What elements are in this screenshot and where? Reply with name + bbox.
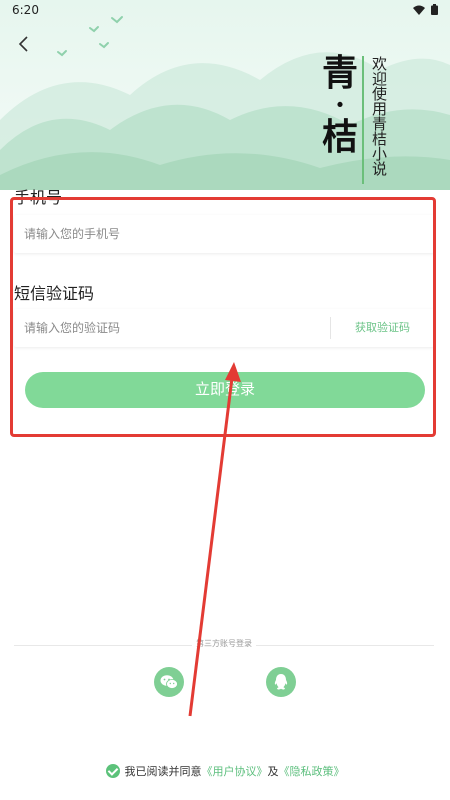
wifi-icon xyxy=(413,5,425,15)
phone-label: 手机号 xyxy=(14,188,63,207)
status-bar: 6:20 xyxy=(0,0,450,22)
agreement-row: 我已阅读并同意《用户协议》及《隐私政策》 xyxy=(0,763,450,779)
login-button[interactable]: 立即登录 xyxy=(25,372,425,408)
battery-icon xyxy=(431,4,438,15)
back-arrow-icon[interactable] xyxy=(14,33,36,55)
wechat-login-button[interactable] xyxy=(154,667,184,697)
user-agreement-link[interactable]: 《用户协议》 xyxy=(202,765,268,778)
sms-code-label: 短信验证码 xyxy=(14,284,95,303)
wechat-icon xyxy=(160,675,178,689)
agreement-prefix: 我已阅读并同意 xyxy=(124,765,202,778)
welcome-tagline: 欢迎使用青桔小说 xyxy=(371,56,388,176)
qq-icon xyxy=(274,674,288,690)
qq-login-button[interactable] xyxy=(266,667,296,697)
status-time: 6:20 xyxy=(12,3,39,17)
brand-logo: 青 · 桔 xyxy=(320,52,360,158)
sms-code-input[interactable] xyxy=(24,309,314,347)
brand-char-2: 桔 xyxy=(321,116,358,158)
phone-input[interactable] xyxy=(24,215,314,253)
phone-field[interactable] xyxy=(14,215,434,253)
status-icons xyxy=(413,4,438,15)
get-code-button[interactable]: 获取验证码 xyxy=(330,317,434,339)
agree-checkbox-icon[interactable] xyxy=(105,764,120,778)
sms-code-field[interactable]: 获取验证码 xyxy=(14,309,434,347)
brand-divider xyxy=(362,56,364,184)
agreement-and: 及 xyxy=(267,765,279,778)
third-party-login-label: 第三方账号登录 xyxy=(192,638,256,649)
third-party-login-divider: 第三方账号登录 xyxy=(14,638,434,652)
privacy-policy-link[interactable]: 《隐私政策》 xyxy=(279,765,345,778)
brand-dot: · xyxy=(335,88,345,121)
